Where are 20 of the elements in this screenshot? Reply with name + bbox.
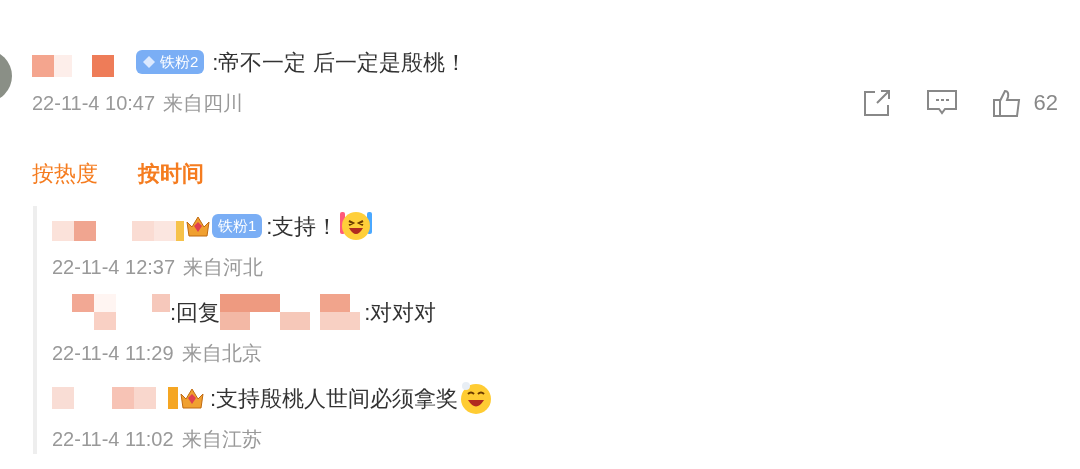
- comment-location: 来自河北: [183, 255, 264, 280]
- reply-label: :回复: [170, 298, 221, 327]
- sort-tab[interactable]: 按时间: [138, 157, 204, 190]
- thumbs-up-icon: [991, 87, 1022, 118]
- comment-location: 来自四川: [163, 90, 244, 116]
- comment-time: 22-11-4 10:47: [32, 90, 156, 116]
- comment-text: :支持殷桃人世间必须拿奖: [210, 384, 459, 413]
- comment-time: 22-11-4 11:02: [52, 427, 174, 452]
- comment-location: 来自北京: [181, 341, 262, 366]
- like-button[interactable]: 62: [991, 86, 1058, 119]
- comment-time: 22-11-4 11:29: [52, 341, 174, 366]
- comment-location: 来自江苏: [181, 427, 262, 452]
- share-icon[interactable]: [861, 87, 892, 118]
- fan-badge: 铁粉1: [212, 214, 263, 238]
- sort-tab[interactable]: 按热度: [32, 157, 98, 190]
- comment-text: :帝不一定 后一定是殷桃！: [212, 48, 467, 77]
- fan-badge: 铁粉2: [136, 50, 205, 74]
- comment-text: :支持！: [266, 212, 339, 241]
- comment-text: :对对对: [364, 298, 437, 327]
- comment-time: 22-11-4 12:37: [52, 255, 176, 280]
